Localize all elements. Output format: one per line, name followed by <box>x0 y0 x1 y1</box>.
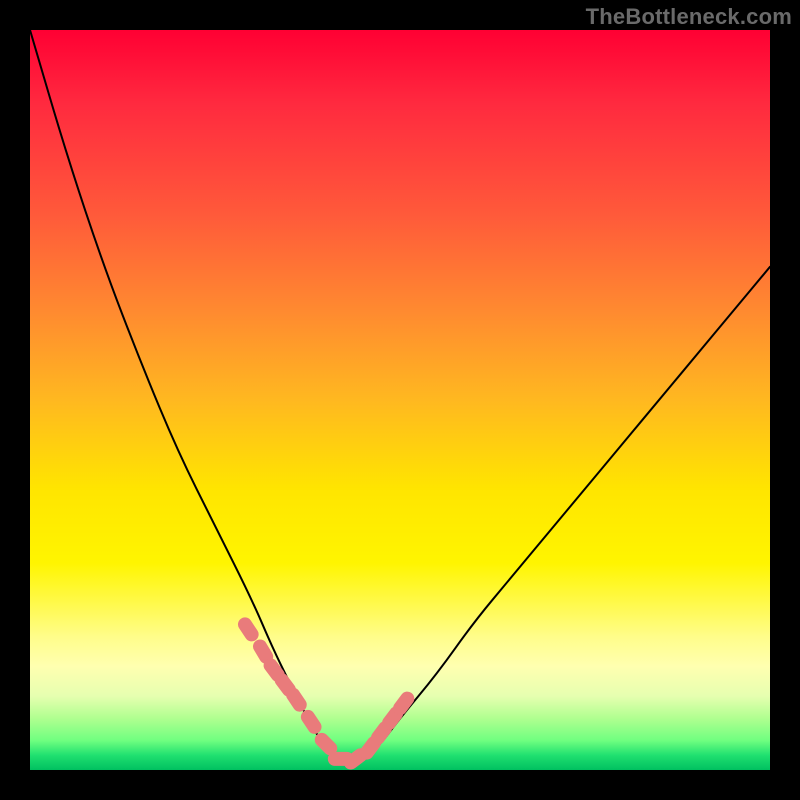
curve-canvas <box>30 30 770 770</box>
chart-frame: TheBottleneck.com <box>0 0 800 800</box>
plot-area <box>30 30 770 770</box>
band-marker <box>298 707 324 736</box>
watermark-text: TheBottleneck.com <box>586 4 792 30</box>
marker-group <box>235 615 417 770</box>
bottleneck-curve <box>30 30 770 763</box>
band-marker <box>235 615 261 644</box>
